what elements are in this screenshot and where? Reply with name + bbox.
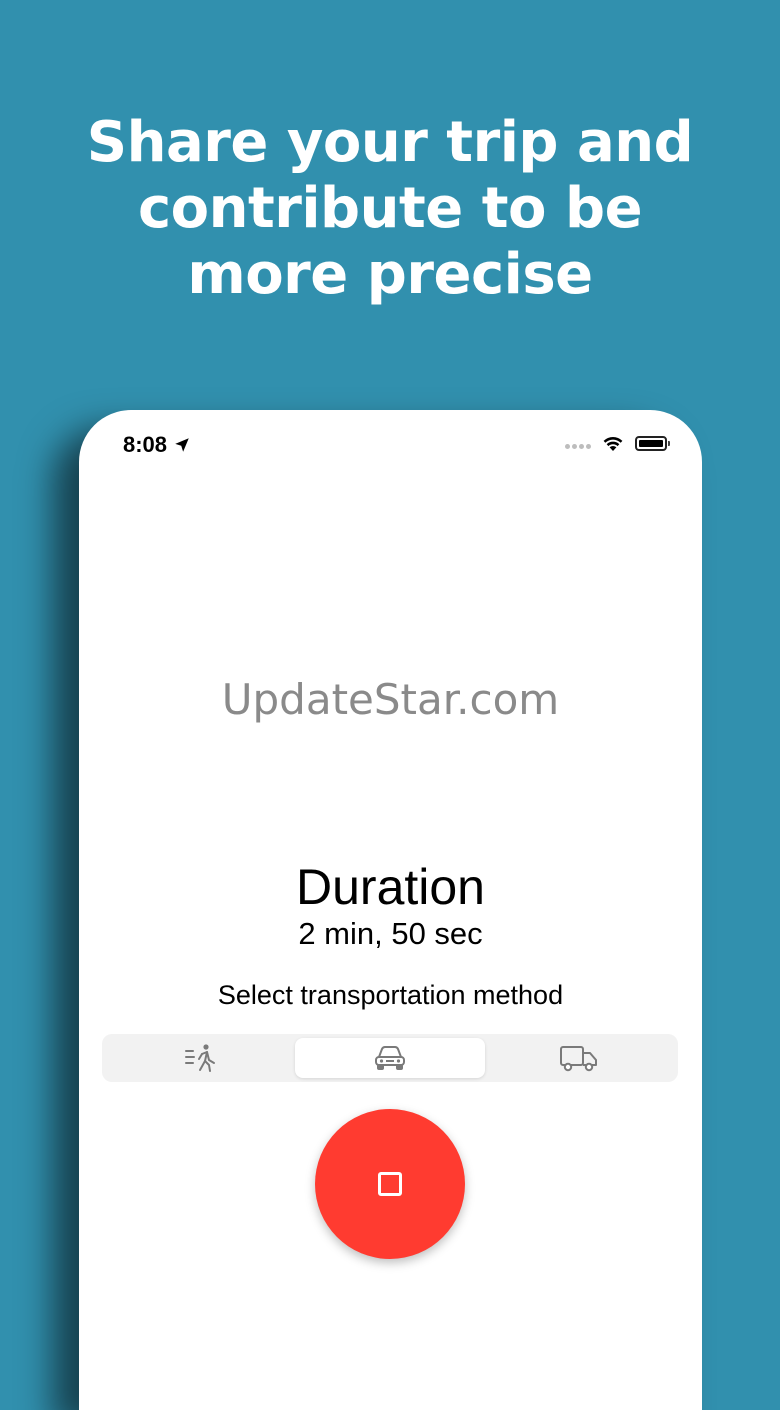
headline-line-1: Share your trip and xyxy=(86,110,694,175)
stop-recording-button[interactable] xyxy=(315,1109,465,1259)
wifi-icon xyxy=(603,437,623,451)
cellular-signal-icon xyxy=(565,443,591,449)
status-bar-time: 8:08 xyxy=(123,432,191,458)
stop-icon xyxy=(378,1172,402,1196)
clock-text: 8:08 xyxy=(123,432,168,457)
duration-title: Duration xyxy=(296,859,485,915)
status-bar-indicators xyxy=(565,434,670,452)
car-icon xyxy=(374,1046,405,1070)
headline-line-3: more precise xyxy=(187,242,593,307)
watermark-text: UpdateStar.com xyxy=(221,675,560,724)
battery-icon xyxy=(635,435,670,451)
location-arrow-icon xyxy=(175,438,189,452)
segment-car[interactable] xyxy=(295,1038,485,1078)
segment-walking[interactable] xyxy=(106,1038,295,1078)
walking-icon xyxy=(184,1044,215,1072)
truck-icon xyxy=(560,1046,598,1072)
duration-value: 2 min, 50 sec xyxy=(298,916,483,951)
headline-line-2: contribute to be xyxy=(137,176,643,241)
headline: Share your trip and contribute to be mor… xyxy=(0,110,780,308)
transport-method-selector xyxy=(102,1034,678,1082)
segment-truck[interactable] xyxy=(485,1038,674,1078)
phone-screen: 8:08 UpdateStar.com Duration 2 min, 50 s… xyxy=(79,410,702,1410)
transport-select-label: Select transportation method xyxy=(217,980,564,1010)
